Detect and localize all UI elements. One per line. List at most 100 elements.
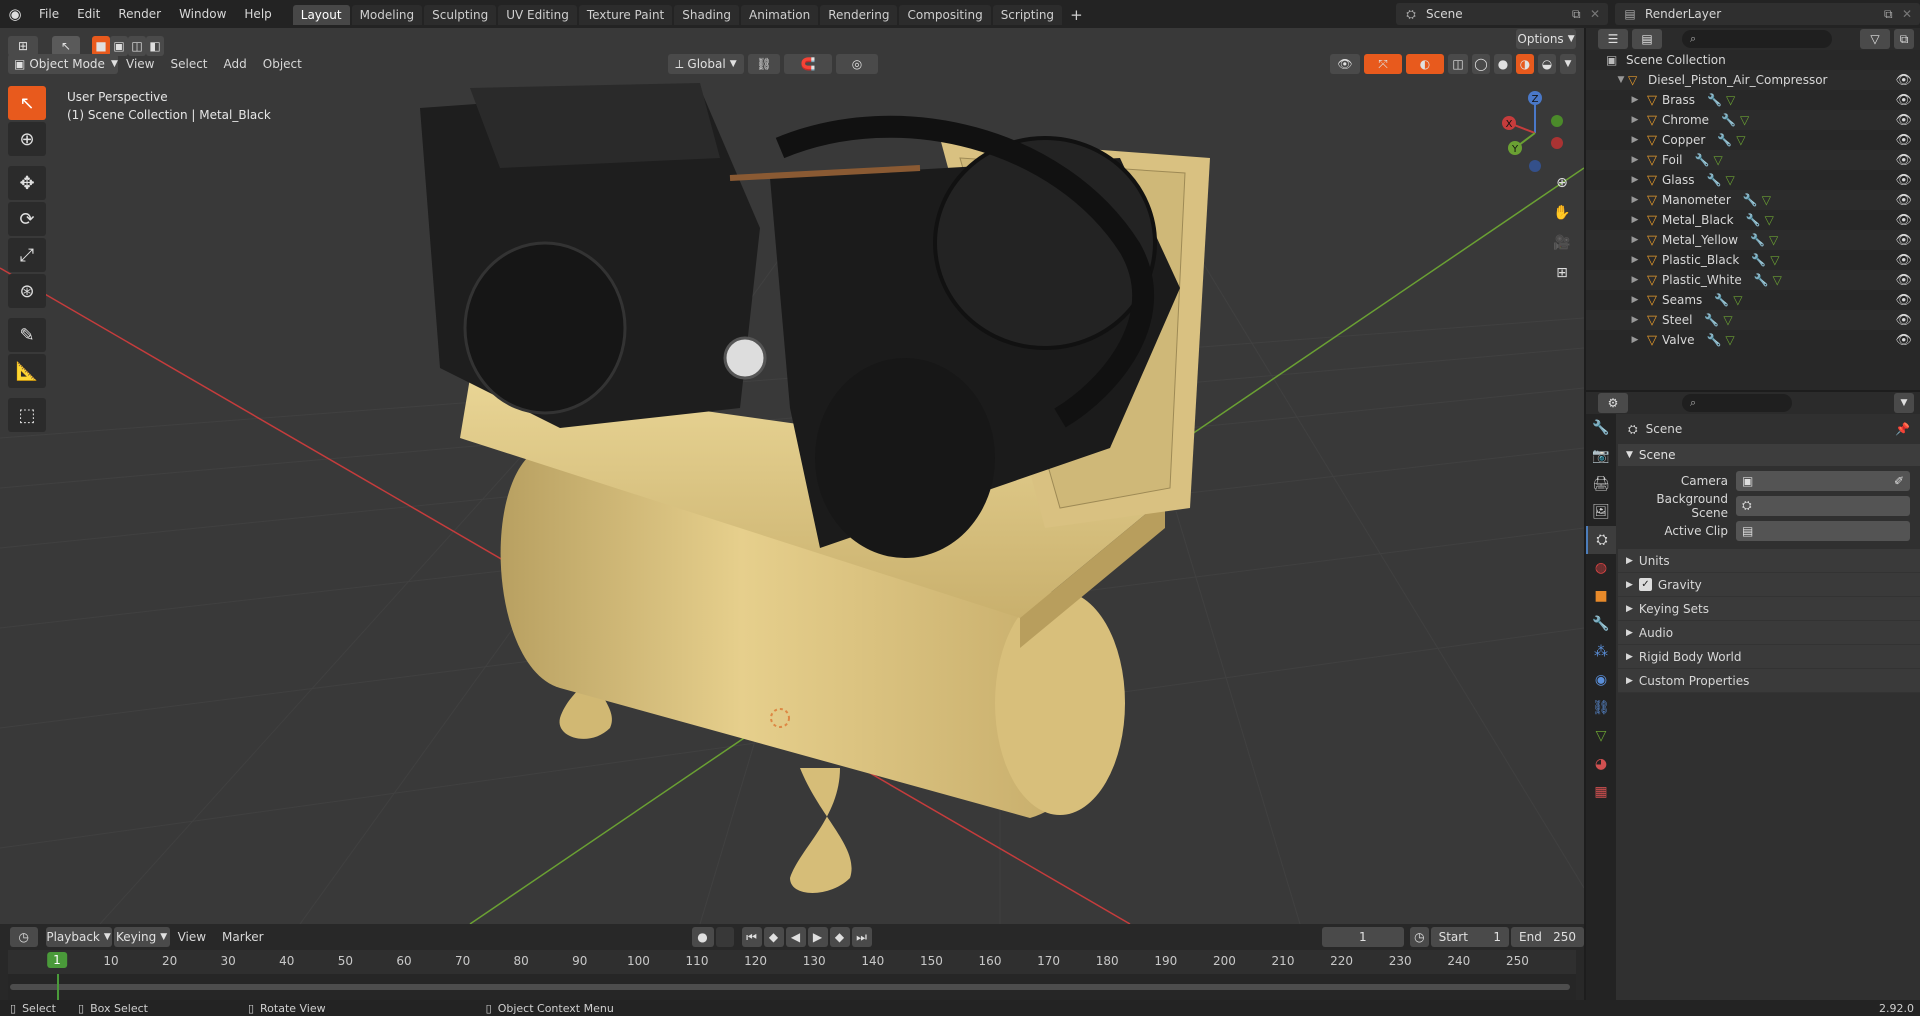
rigid-body-world-panel[interactable]: ▶ Rigid Body World bbox=[1618, 645, 1920, 669]
timeline-menu-view[interactable]: View bbox=[170, 930, 214, 944]
outliner-item-seams[interactable]: ▶ ▽ Seams 🔧 ▽ 👁 bbox=[1586, 290, 1920, 310]
mesh-data-icon[interactable]: ▽ bbox=[1770, 253, 1779, 267]
shading-options-button[interactable]: ▼ bbox=[1560, 54, 1576, 74]
new-layer-icon[interactable]: ⧉ bbox=[1884, 7, 1902, 22]
render-tab-icon[interactable]: 📷 bbox=[1586, 442, 1616, 470]
tab-uv-editing[interactable]: UV Editing bbox=[498, 5, 577, 25]
timeline-scrollbar[interactable] bbox=[10, 984, 1570, 990]
menu-edit[interactable]: Edit bbox=[68, 0, 109, 28]
chevron-right-icon[interactable]: ▶ bbox=[1628, 195, 1642, 205]
tab-rendering[interactable]: Rendering bbox=[820, 5, 898, 25]
mesh-data-icon[interactable]: ▽ bbox=[1726, 93, 1735, 107]
eye-icon[interactable]: 👁 bbox=[1895, 273, 1912, 288]
modifier-icon[interactable]: 🔧 bbox=[1750, 233, 1765, 247]
scene-selector[interactable]: ⛭ Scene ⧉ ✕ bbox=[1396, 3, 1608, 25]
physics-tab-icon[interactable]: ◉ bbox=[1586, 666, 1616, 694]
gravity-panel[interactable]: ▶ ✓ Gravity bbox=[1618, 573, 1920, 597]
blender-icon[interactable]: ◉ bbox=[0, 0, 30, 28]
add-workspace-button[interactable]: + bbox=[1064, 5, 1089, 25]
pin-icon[interactable]: 📌 bbox=[1895, 422, 1910, 436]
eye-icon[interactable]: 👁 bbox=[1895, 73, 1912, 88]
eye-icon[interactable]: 👁 bbox=[1895, 153, 1912, 168]
tab-compositing[interactable]: Compositing bbox=[899, 5, 991, 25]
mesh-data-icon[interactable]: ▽ bbox=[1733, 293, 1742, 307]
viewport-menu-select[interactable]: Select bbox=[162, 57, 215, 71]
timeline-ruler[interactable]: 1 10 20 30 40 50 60 70 80 90 100 110 120 130 140 150 16… bbox=[8, 950, 1576, 974]
data-tab-icon[interactable]: ▽ bbox=[1586, 722, 1616, 750]
overlay-toggle-button[interactable]: ◐ bbox=[1406, 54, 1444, 74]
mesh-data-icon[interactable]: ▽ bbox=[1725, 333, 1734, 347]
modifier-icon[interactable]: 🔧 bbox=[1721, 113, 1736, 127]
outliner-editor-type-button[interactable]: ☰ bbox=[1598, 29, 1628, 49]
chevron-right-icon[interactable]: ▶ bbox=[1628, 315, 1642, 325]
background-scene-field[interactable]: ⛭ bbox=[1736, 495, 1910, 516]
chevron-right-icon[interactable]: ▶ bbox=[1628, 115, 1642, 125]
modifier-icon[interactable]: 🔧 bbox=[1714, 293, 1729, 307]
menu-file[interactable]: File bbox=[30, 0, 68, 28]
chevron-right-icon[interactable]: ▶ bbox=[1628, 175, 1642, 185]
chevron-right-icon[interactable]: ▶ bbox=[1628, 95, 1642, 105]
active-clip-field[interactable]: ▤ bbox=[1736, 520, 1910, 541]
eye-icon[interactable]: 👁 bbox=[1895, 213, 1912, 228]
mesh-data-icon[interactable]: ▽ bbox=[1740, 113, 1749, 127]
eye-icon[interactable]: 👁 bbox=[1895, 333, 1912, 348]
measure-icon[interactable]: 📐 bbox=[8, 354, 46, 388]
pan-hand-icon[interactable]: ✋ bbox=[1549, 200, 1575, 226]
viewport-menu-view[interactable]: View bbox=[118, 57, 162, 71]
scene-name[interactable]: Scene bbox=[1426, 7, 1572, 21]
output-tab-icon[interactable]: 🖨 bbox=[1586, 470, 1616, 498]
mesh-data-icon[interactable]: ▽ bbox=[1773, 273, 1782, 287]
record-icon[interactable]: ● bbox=[691, 927, 714, 947]
delete-scene-icon[interactable]: ✕ bbox=[1590, 7, 1608, 21]
move-icon[interactable]: ✥ bbox=[8, 166, 46, 200]
tab-scripting[interactable]: Scripting bbox=[992, 5, 1063, 25]
mesh-data-icon[interactable]: ▽ bbox=[1765, 213, 1774, 227]
outliner-search-input[interactable]: ⌕ bbox=[1682, 30, 1832, 48]
navigation-gizmo[interactable]: Z X Y bbox=[1495, 88, 1584, 178]
eye-icon[interactable]: 👁 bbox=[1895, 233, 1912, 248]
object-row[interactable]: ▼ ▽ Diesel_Piston_Air_Compressor 👁 bbox=[1586, 70, 1920, 90]
display-mode-button[interactable]: ▤ bbox=[1632, 29, 1662, 49]
camera-field[interactable]: ▣ ✐ bbox=[1736, 470, 1910, 491]
outliner-item-valve[interactable]: ▶ ▽ Valve 🔧 ▽ 👁 bbox=[1586, 330, 1920, 350]
shading-wireframe-icon[interactable]: ◯ bbox=[1472, 54, 1490, 74]
eyedropper-icon[interactable]: ✐ bbox=[1894, 474, 1904, 488]
eye-icon[interactable]: 👁 bbox=[1895, 313, 1912, 328]
particles-tab-icon[interactable]: ⁂ bbox=[1586, 638, 1616, 666]
rotate-icon[interactable]: ⟳ bbox=[8, 202, 46, 236]
chevron-right-icon[interactable]: ▶ bbox=[1628, 135, 1642, 145]
current-frame-field[interactable]: 1 bbox=[1321, 927, 1405, 947]
shading-material-icon[interactable]: ◑ bbox=[1516, 54, 1534, 74]
view-layer-tab-icon[interactable]: 🖼 bbox=[1586, 498, 1616, 526]
next-keyframe-icon[interactable]: ◆ bbox=[829, 927, 850, 947]
material-tab-icon[interactable]: ◕ bbox=[1586, 750, 1616, 778]
expand-arrow-icon[interactable]: ▼ bbox=[1614, 75, 1628, 85]
viewport-menu-object[interactable]: Object bbox=[255, 57, 310, 71]
eye-icon[interactable]: 👁 bbox=[1895, 93, 1912, 108]
object-mode-dropdown[interactable]: ▣ Object Mode ▼ bbox=[8, 54, 118, 74]
properties-options-icon[interactable]: ▼ bbox=[1894, 393, 1914, 413]
modifier-icon[interactable]: 🔧 bbox=[1707, 173, 1722, 187]
custom-properties-panel[interactable]: ▶ Custom Properties bbox=[1618, 669, 1920, 693]
tab-texture-paint[interactable]: Texture Paint bbox=[578, 5, 673, 25]
tab-animation[interactable]: Animation bbox=[741, 5, 819, 25]
select-box-icon[interactable]: ↖ bbox=[8, 86, 46, 120]
chevron-right-icon[interactable]: ▶ bbox=[1628, 295, 1642, 305]
outliner-item-plastic-white[interactable]: ▶ ▽ Plastic_White 🔧 ▽ 👁 bbox=[1586, 270, 1920, 290]
mesh-data-icon[interactable]: ▽ bbox=[1736, 133, 1745, 147]
gravity-checkbox[interactable]: ✓ bbox=[1638, 578, 1652, 591]
timeline-menu-marker[interactable]: Marker bbox=[214, 930, 271, 944]
transform-icon[interactable]: ⊛ bbox=[8, 274, 46, 308]
scale-icon[interactable]: ⤢ bbox=[8, 238, 46, 272]
new-scene-icon[interactable]: ⧉ bbox=[1572, 7, 1590, 22]
modifier-icon[interactable]: 🔧 bbox=[1707, 93, 1722, 107]
modifier-tab-icon[interactable]: 🔧 bbox=[1586, 610, 1616, 638]
play-reverse-icon[interactable]: ◀ bbox=[785, 927, 806, 947]
outliner-item-manometer[interactable]: ▶ ▽ Manometer 🔧 ▽ 👁 bbox=[1586, 190, 1920, 210]
timeline-editor-type-button[interactable]: ◷ bbox=[10, 927, 38, 947]
filter-icon[interactable]: ▽ bbox=[1860, 29, 1890, 49]
chevron-right-icon[interactable]: ▶ bbox=[1628, 235, 1642, 245]
scene-collection-row[interactable]: ▣ Scene Collection bbox=[1586, 50, 1920, 70]
playback-dropdown[interactable]: Playback ▼ bbox=[45, 927, 112, 947]
transform-orientation-dropdown[interactable]: ⟂ Global ▼ bbox=[668, 54, 744, 74]
